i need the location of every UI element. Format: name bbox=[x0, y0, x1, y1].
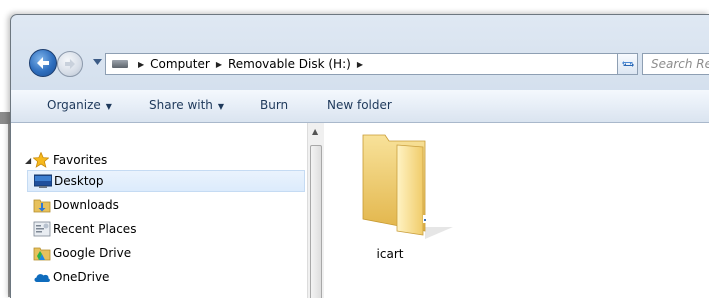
nav-item-label: Recent Places bbox=[53, 222, 137, 236]
folder-name: icart bbox=[376, 247, 404, 261]
expand-arrow-icon[interactable]: ◢ bbox=[25, 156, 31, 165]
command-toolbar: Organize ▼ Share with ▼ Burn New folder bbox=[11, 90, 709, 123]
nav-item-label: Google Drive bbox=[53, 246, 132, 260]
back-button[interactable] bbox=[29, 49, 57, 77]
scroll-up-arrow-icon[interactable]: ▲ bbox=[312, 127, 318, 136]
favorites-header[interactable]: ◢ Favorites bbox=[11, 149, 307, 171]
forward-arrow-icon bbox=[65, 59, 75, 69]
chevron-down-icon: ▼ bbox=[217, 102, 225, 111]
scrollbar-thumb[interactable] bbox=[310, 145, 322, 298]
removable-drive-icon bbox=[112, 60, 128, 68]
organize-menu[interactable]: Organize ▼ bbox=[47, 98, 112, 112]
share-with-label: Share with bbox=[149, 98, 213, 112]
chevron-down-icon: ▼ bbox=[105, 102, 112, 111]
file-list-pane: icart bbox=[324, 123, 709, 298]
nav-item-downloads[interactable]: Downloads bbox=[11, 194, 307, 216]
refresh-icon bbox=[621, 61, 634, 67]
nav-item-label: OneDrive bbox=[53, 270, 110, 284]
back-arrow-icon bbox=[37, 57, 49, 69]
burn-button[interactable]: Burn bbox=[260, 98, 288, 112]
organize-label: Organize bbox=[47, 98, 101, 112]
google-drive-icon bbox=[33, 247, 51, 261]
favorites-label: Favorites bbox=[53, 153, 108, 167]
nav-item-label: Desktop bbox=[54, 174, 104, 188]
breadcrumb-arrow-icon[interactable]: ▶ bbox=[138, 60, 144, 69]
chevron-down-icon bbox=[92, 59, 102, 65]
navigation-pane: ◢ Favorites Desktop Downloads Recent Pla… bbox=[11, 123, 307, 298]
new-folder-button[interactable]: New folder bbox=[327, 98, 392, 112]
recent-places-icon bbox=[33, 221, 51, 237]
share-with-menu[interactable]: Share with ▼ bbox=[149, 98, 224, 112]
nav-item-recent-places[interactable]: Recent Places bbox=[11, 218, 307, 240]
star-icon bbox=[33, 152, 49, 168]
onedrive-icon bbox=[34, 274, 50, 282]
folder-icon bbox=[362, 134, 453, 239]
forward-button[interactable] bbox=[57, 51, 83, 77]
search-input[interactable]: Search Rem bbox=[642, 53, 709, 75]
background-window-edge bbox=[0, 112, 10, 124]
nav-item-desktop[interactable]: Desktop bbox=[27, 170, 305, 192]
breadcrumb-computer[interactable]: Computer bbox=[150, 57, 210, 71]
refresh-button[interactable] bbox=[618, 53, 638, 75]
navigation-bar: ▶ Computer ▶ Removable Disk (H:) ▶ ▼ Sea… bbox=[11, 39, 709, 79]
breadcrumb-removable-disk[interactable]: Removable Disk (H:) bbox=[228, 57, 351, 71]
navigation-pane-scrollbar[interactable]: ▲ bbox=[307, 123, 324, 298]
downloads-folder-icon bbox=[33, 199, 51, 213]
folder-item[interactable]: icart bbox=[345, 127, 453, 261]
nav-item-onedrive[interactable]: OneDrive bbox=[11, 266, 307, 288]
nav-item-label: Downloads bbox=[53, 198, 119, 212]
breadcrumb-arrow-icon[interactable]: ▶ bbox=[216, 60, 222, 69]
explorer-window: ▶ Computer ▶ Removable Disk (H:) ▶ ▼ Sea… bbox=[10, 14, 709, 298]
desktop-icon bbox=[34, 174, 52, 188]
breadcrumb-arrow-icon[interactable]: ▶ bbox=[357, 60, 363, 69]
nav-item-google-drive[interactable]: Google Drive bbox=[11, 242, 307, 264]
recent-pages-button[interactable] bbox=[91, 55, 103, 69]
address-bar[interactable]: ▶ Computer ▶ Removable Disk (H:) ▶ ▼ bbox=[105, 53, 692, 75]
